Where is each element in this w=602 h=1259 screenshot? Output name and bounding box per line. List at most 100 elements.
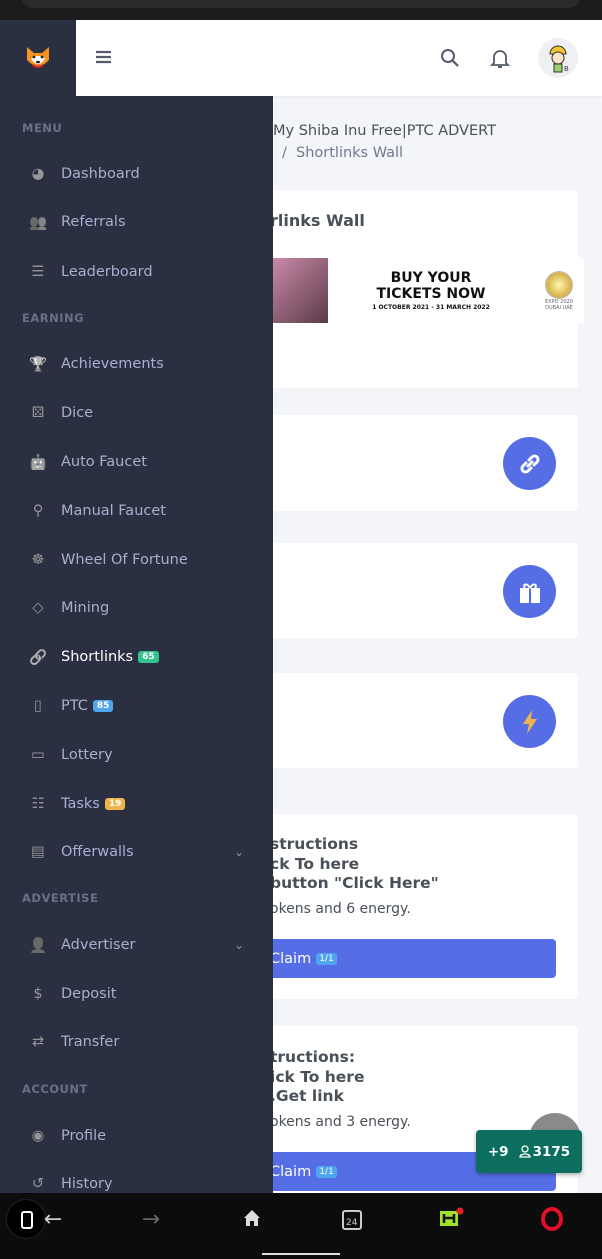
opera-icon[interactable] (539, 1207, 565, 1233)
sidebar-item-offerwalls[interactable]: ▤ Offerwalls ⌄ (24, 837, 254, 867)
sidebar-section-advertise: ADVERTISE (22, 891, 99, 905)
home-indicator (262, 1253, 340, 1255)
task-reward: okens and 3 energy. (270, 1114, 411, 1130)
lightning-icon (503, 695, 556, 748)
avatar[interactable]: B (538, 38, 578, 78)
sidebar-item-leaderboard[interactable]: ☰ Leaderboard (24, 257, 254, 287)
tabs-icon[interactable]: 24 (339, 1207, 365, 1233)
sidebar-item-label: Achievements (61, 356, 164, 372)
sidebar-item-label: PTC (61, 698, 88, 714)
sidebar-item-label: Transfer (61, 1034, 120, 1050)
sidebar-item-shortlinks[interactable]: 🔗 Shortlinks 65 (24, 642, 254, 672)
banner-dates: 1 OCTOBER 2021 - 31 MARCH 2022 (372, 304, 490, 311)
ticket-icon: ▭ (31, 747, 45, 763)
sidebar-item-label: Advertiser (61, 937, 136, 953)
stat-card (250, 543, 578, 638)
tasks-icon: ☷ (31, 796, 45, 812)
wheel-icon: ☸ (31, 552, 45, 568)
sidebar-item-label: Profile (61, 1128, 107, 1144)
stat-card (250, 673, 578, 768)
sidebar-badge: 19 (104, 798, 126, 810)
game-hub-icon[interactable] (438, 1207, 464, 1233)
breadcrumb-site[interactable]: My Shiba Inu Free|PTC ADVERT (273, 123, 496, 139)
claim-label: Claim (270, 1163, 312, 1180)
ad-banner[interactable]: BUY YOUR TICKETS NOW 1 OCTOBER 2021 - 31… (273, 258, 584, 323)
sidebar-item-dashboard[interactable]: ◕ Dashboard (24, 159, 254, 189)
sidebar-item-deposit[interactable]: $ Deposit (24, 979, 254, 1009)
expo-logo (545, 270, 573, 299)
sidebar-item-label: Leaderboard (61, 264, 153, 280)
sidebar-item-label: Referrals (61, 214, 126, 230)
stat-card (250, 415, 578, 511)
task-line: tructions: (270, 1048, 356, 1066)
claim-label: Claim (270, 950, 312, 967)
dice-icon: ⚄ (31, 405, 45, 421)
sidebar-item-mining[interactable]: ◇ Mining (24, 593, 254, 623)
sidebar-item-advertiser[interactable]: 👤 Advertiser ⌄ (24, 930, 254, 960)
user-tie-icon: 👤 (28, 937, 48, 954)
user-circle-icon: ◉ (31, 1128, 45, 1144)
page-title: rlinks Wall (270, 211, 365, 230)
sidebar-item-dice[interactable]: ⚄ Dice (24, 398, 254, 428)
task-line: .Get link (270, 1087, 344, 1105)
history-icon: ↺ (31, 1176, 45, 1192)
sidebar-item-label: Shortlinks (61, 649, 134, 665)
claim-count-badge: 1/1 (316, 1165, 337, 1178)
sidebar-item-label: Manual Faucet (61, 503, 166, 519)
back-icon[interactable]: ← (40, 1207, 66, 1233)
gift-icon (503, 565, 556, 618)
dashboard-icon: ◕ (31, 166, 45, 182)
sidebar-item-label: Tasks (61, 796, 100, 812)
user-icon (518, 1145, 531, 1158)
sidebar-item-referrals[interactable]: 👥 Referrals (24, 207, 254, 237)
sidebar-item-label: Dice (61, 405, 94, 421)
dollar-icon: $ (33, 986, 43, 1002)
breadcrumb-current: Shortlinks Wall (296, 145, 404, 161)
sidebar-item-lottery[interactable]: ▭ Lottery (24, 740, 254, 770)
home-icon[interactable] (239, 1207, 265, 1233)
faucet-icon: ⚲ (32, 503, 44, 519)
sidebar-item-label: History (61, 1176, 113, 1192)
task-line: ck To here (270, 854, 360, 873)
browser-bottom-nav: ← → 24 (0, 1193, 602, 1259)
task-reward: okens and 6 energy. (270, 901, 411, 917)
sidebar-item-tasks[interactable]: ☷ Tasks 19 (24, 789, 254, 819)
forward-icon[interactable]: → (138, 1207, 164, 1233)
sidebar-item-manual-faucet[interactable]: ⚲ Manual Faucet (24, 496, 254, 526)
online-users-widget[interactable]: +9 3175 (476, 1130, 582, 1173)
sidebar-item-label: Lottery (61, 747, 113, 763)
sidebar-item-auto-faucet[interactable]: 🤖 Auto Faucet (24, 447, 254, 477)
sidebar-badge: 85 (92, 700, 114, 712)
claim-count-badge: 1/1 (316, 952, 337, 965)
breadcrumb-separator: / (282, 145, 287, 161)
sidebar-item-label: Offerwalls (61, 844, 134, 860)
online-count: 3175 (532, 1143, 571, 1160)
hamburger-icon[interactable] (94, 46, 118, 70)
search-icon[interactable] (438, 46, 462, 70)
chevron-down-icon[interactable]: ⌄ (234, 938, 244, 952)
claim-button[interactable]: Claim 1/1 (250, 939, 556, 978)
sidebar-item-profile[interactable]: ◉ Profile (24, 1121, 254, 1151)
sidebar-section-earning: EARNING (22, 311, 85, 325)
task-line: ick To here (270, 1067, 365, 1086)
sidebar-item-label: Deposit (61, 986, 117, 1002)
sidebar-item-label: Wheel Of Fortune (61, 552, 188, 568)
users-icon: 👥 (28, 214, 48, 231)
sidebar-item-ptc[interactable]: ▯ PTC 85 (24, 691, 254, 721)
sidebar-item-transfer[interactable]: ⇄ Transfer (24, 1027, 254, 1057)
online-plus: +9 (487, 1143, 509, 1160)
sidebar-item-achievements[interactable]: 🏆 Achievements (24, 349, 254, 379)
mouse-icon: ▯ (34, 698, 42, 714)
banner-line2: TICKETS NOW (376, 286, 486, 302)
sidebar-item-wheel-of-fortune[interactable]: ☸ Wheel Of Fortune (24, 545, 254, 575)
transfer-icon: ⇄ (31, 1034, 45, 1050)
bell-icon[interactable] (488, 46, 512, 70)
svg-text:B: B (564, 65, 569, 73)
ordered-list-icon: ☰ (31, 264, 45, 280)
chevron-down-icon[interactable]: ⌄ (234, 845, 244, 859)
link-icon: 🔗 (28, 649, 48, 666)
expo-logo-text: EXPO 2020 DUBAI UAE (545, 298, 573, 311)
diamond-icon: ◇ (32, 600, 44, 616)
site-logo[interactable] (0, 20, 76, 96)
sidebar-item-label: Auto Faucet (61, 454, 147, 470)
